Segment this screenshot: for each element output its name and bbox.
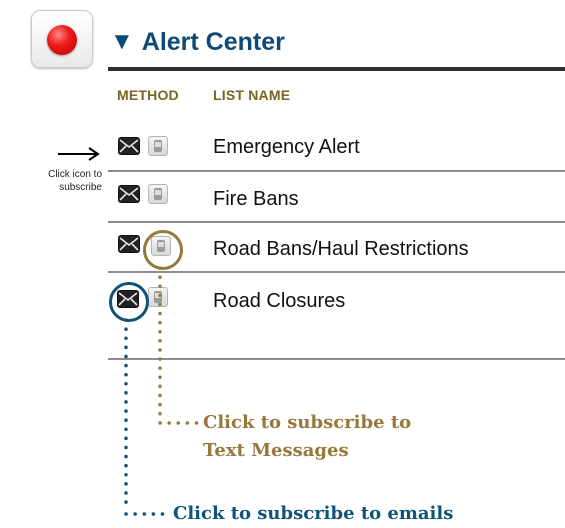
text-subscribe-callout: Click to subscribe to Text Messages — [203, 409, 411, 465]
callout-line: Click to subscribe to — [203, 412, 412, 433]
callout-line: Text Messages — [203, 440, 349, 461]
email-subscribe-callout: Click to subscribe to emails — [173, 503, 454, 524]
